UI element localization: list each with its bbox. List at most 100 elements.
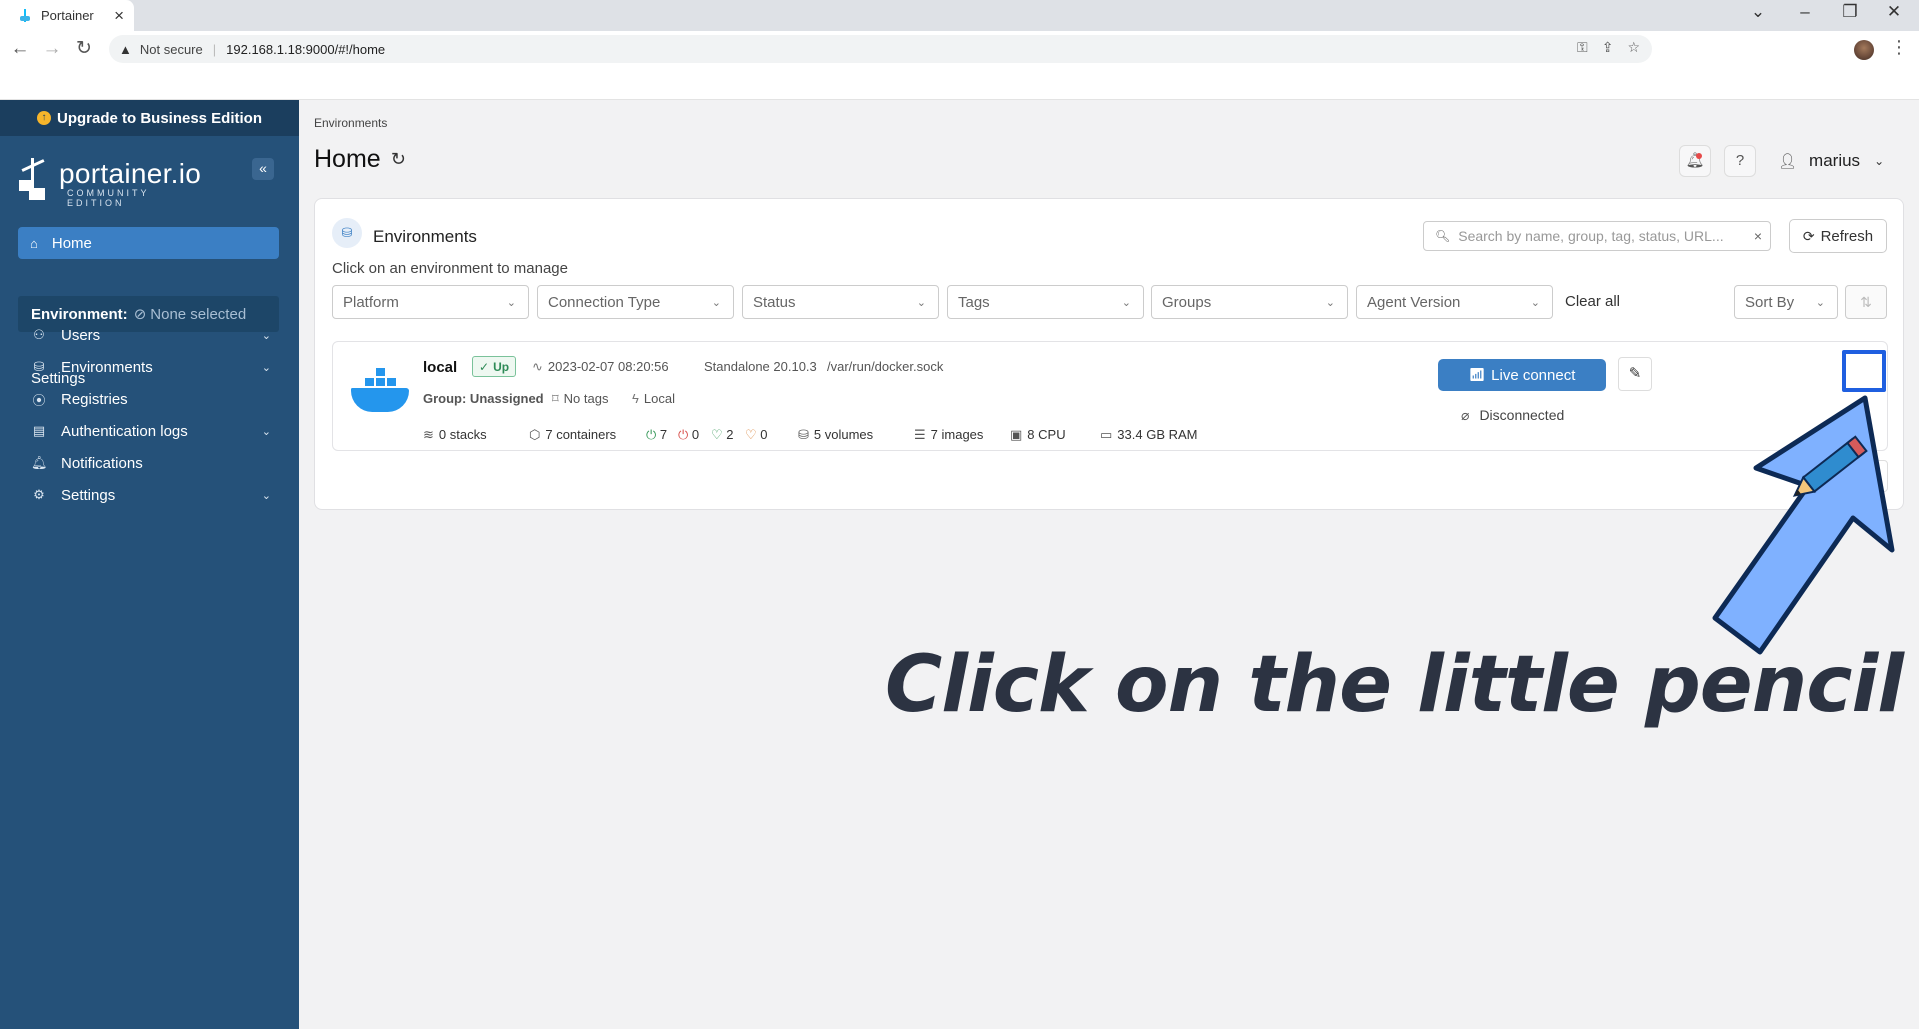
sort-by-label: Sort By xyxy=(1745,293,1795,311)
live-connect-label: Live connect xyxy=(1491,366,1576,384)
socket-path: /var/run/docker.sock xyxy=(827,359,944,374)
filter-tags[interactable]: Tags ⌄ xyxy=(947,285,1144,319)
refresh-icon[interactable]: ↻ xyxy=(391,149,406,170)
profile-avatar[interactable] xyxy=(1854,40,1874,60)
ram-text: 33.4 GB RAM xyxy=(1117,427,1198,442)
heartbeat-timestamp: ∿ 2023-02-07 08:20:56 xyxy=(532,359,669,375)
user-icon: 👤︎ xyxy=(1778,153,1798,170)
chevron-down-icon[interactable]: ⌄ xyxy=(262,489,271,502)
collapse-sidebar-button[interactable]: « xyxy=(252,158,274,180)
status-text: Up xyxy=(493,359,510,374)
filter-agent-version[interactable]: Agent Version ⌄ xyxy=(1356,285,1553,319)
tags-text: No tags xyxy=(563,391,609,406)
search-input[interactable]: 🔍︎ Search by name, group, tag, status, U… xyxy=(1423,221,1771,251)
panel-subtitle: Click on an environment to manage xyxy=(332,260,568,277)
wifi-off-icon: ⌀ xyxy=(1461,407,1470,423)
reload-icon[interactable]: ↻ xyxy=(73,39,95,59)
user-menu[interactable]: 👤︎ marius ⌄ xyxy=(1778,145,1884,177)
sort-direction-button[interactable]: ⇅ xyxy=(1845,285,1887,319)
tab-close-icon[interactable]: × xyxy=(114,6,124,26)
edit-environment-button[interactable]: ✎ xyxy=(1618,357,1652,391)
window-close-icon[interactable]: ✕ xyxy=(1879,2,1909,22)
sort-by-select[interactable]: Sort By ⌄ xyxy=(1734,285,1838,319)
home-icon: ⌂ xyxy=(30,235,38,251)
help-button[interactable]: ? xyxy=(1724,145,1756,177)
environment-card[interactable]: local ✓ Up ∿ 2023-02-07 08:20:56 Standalo… xyxy=(332,341,1888,451)
browser-tab-bar: Portainer × ⌄ – ❐ ✕ xyxy=(0,0,1919,31)
chevron-down-icon: ⌄ xyxy=(916,296,926,309)
chevron-down-icon[interactable]: ⌄ xyxy=(262,361,271,374)
sidebar-item-registries[interactable]: ⦿ Registries xyxy=(31,387,271,411)
sidebar-item-label: Settings xyxy=(61,486,116,504)
browser-menu-icon[interactable]: ⋮ xyxy=(1890,37,1908,58)
minimize-icon[interactable]: – xyxy=(1790,2,1820,22)
database-icon: ⛁ xyxy=(798,427,809,442)
clear-search-icon[interactable]: × xyxy=(1754,228,1762,244)
key-icon[interactable]: ⚿ xyxy=(1577,39,1588,56)
filter-platform[interactable]: Platform ⌄ xyxy=(332,285,529,319)
filter-status[interactable]: Status ⌄ xyxy=(742,285,939,319)
refresh-button[interactable]: ⟳ Refresh xyxy=(1789,219,1887,253)
clear-all-button[interactable]: Clear all xyxy=(1565,293,1620,310)
notifications-button[interactable]: 🔔︎ xyxy=(1679,145,1711,177)
search-placeholder: Search by name, group, tag, status, URL.… xyxy=(1458,228,1724,244)
environment-label: Environment: xyxy=(31,305,128,323)
address-bar: ← → ↻ ▲ Not secure | 192.168.1.18:9000/#… xyxy=(0,31,1919,68)
upgrade-button[interactable]: ↑ Upgrade to Business Edition xyxy=(0,100,299,136)
filter-connection-type[interactable]: Connection Type ⌄ xyxy=(537,285,734,319)
pencil-icon: ✎ xyxy=(1628,365,1642,382)
images-count: ☰ 7 images xyxy=(914,427,983,443)
filter-label: Tags xyxy=(958,293,990,311)
chevron-down-icon[interactable]: ⌄ xyxy=(262,425,271,438)
chevron-down-icon: ⌄ xyxy=(1815,296,1825,309)
sidebar-item-label: Environments xyxy=(61,358,153,376)
volumes-text: 5 volumes xyxy=(813,427,874,442)
gear-icon: ⚙ xyxy=(33,487,45,502)
help-icon: ? xyxy=(1735,152,1745,169)
sidebar-item-home[interactable]: ⌂ Home xyxy=(18,227,279,259)
healthy-count: ♡ 2 xyxy=(711,427,734,443)
back-icon[interactable]: ← xyxy=(9,39,31,59)
environment-name[interactable]: local xyxy=(423,359,457,376)
status-badge: ✓ Up xyxy=(472,356,517,377)
share-icon[interactable]: ⇪ xyxy=(1602,39,1614,56)
sidebar-item-label: Registries xyxy=(61,390,128,408)
timestamp-text: 2023-02-07 08:20:56 xyxy=(547,359,669,374)
refresh-icon: ⟳ xyxy=(1802,227,1815,244)
cpu-text: 8 CPU xyxy=(1027,427,1066,442)
sidebar-item-environments[interactable]: ⛁ Environments ⌄ xyxy=(31,355,271,379)
memory-icon: ▭ xyxy=(1100,427,1113,442)
environments-icon: ⛁ xyxy=(332,218,362,248)
bell-icon: 🔔︎ xyxy=(31,455,48,470)
tab-search-icon[interactable]: ⌄ xyxy=(1743,2,1773,22)
upgrade-label: Upgrade to Business Edition xyxy=(56,109,263,127)
sidebar-item-label: Users xyxy=(61,326,101,344)
logo-name: portainer.io xyxy=(59,158,202,189)
sidebar-item-authentication-logs[interactable]: ▤ Authentication logs ⌄ xyxy=(31,419,271,443)
forward-icon[interactable]: → xyxy=(41,39,63,59)
star-icon[interactable]: ☆ xyxy=(1627,39,1640,56)
filter-groups[interactable]: Groups ⌄ xyxy=(1151,285,1348,319)
portainer-crane-icon xyxy=(19,156,49,204)
cpu-count: ▣ 8 CPU xyxy=(1010,427,1066,443)
cpu-icon: ▣ xyxy=(1010,427,1023,442)
engine-version: Standalone 20.10.3 xyxy=(704,359,817,374)
page-top-strip xyxy=(0,68,1919,100)
stopped-count: ⏻ 0 xyxy=(678,427,699,443)
security-label: Not secure xyxy=(139,41,203,57)
browser-tab[interactable]: Portainer × xyxy=(0,0,134,31)
filter-label: Platform xyxy=(343,293,399,311)
url-input[interactable]: ▲ Not secure | 192.168.1.18:9000/#!/home… xyxy=(109,35,1652,63)
environments-icon: ⛁ xyxy=(33,359,45,374)
live-connect-button[interactable]: 📶︎ Live connect xyxy=(1438,359,1606,391)
annotation-text: Click on the little pencil xyxy=(885,640,1904,730)
containers-text: 7 containers xyxy=(545,427,617,442)
healthy-text: 2 xyxy=(726,427,734,442)
restore-icon[interactable]: ❐ xyxy=(1835,2,1865,22)
sidebar-item-users[interactable]: ⚇ Users ⌄ xyxy=(31,323,271,347)
chevron-down-icon[interactable]: ⌄ xyxy=(262,329,271,342)
sidebar-item-settings[interactable]: ⚙ Settings ⌄ xyxy=(31,483,271,507)
breadcrumb[interactable]: Environments xyxy=(314,116,387,130)
sidebar-item-label: Home xyxy=(51,234,92,252)
sidebar-item-notifications[interactable]: 🔔︎ Notifications xyxy=(31,451,271,475)
